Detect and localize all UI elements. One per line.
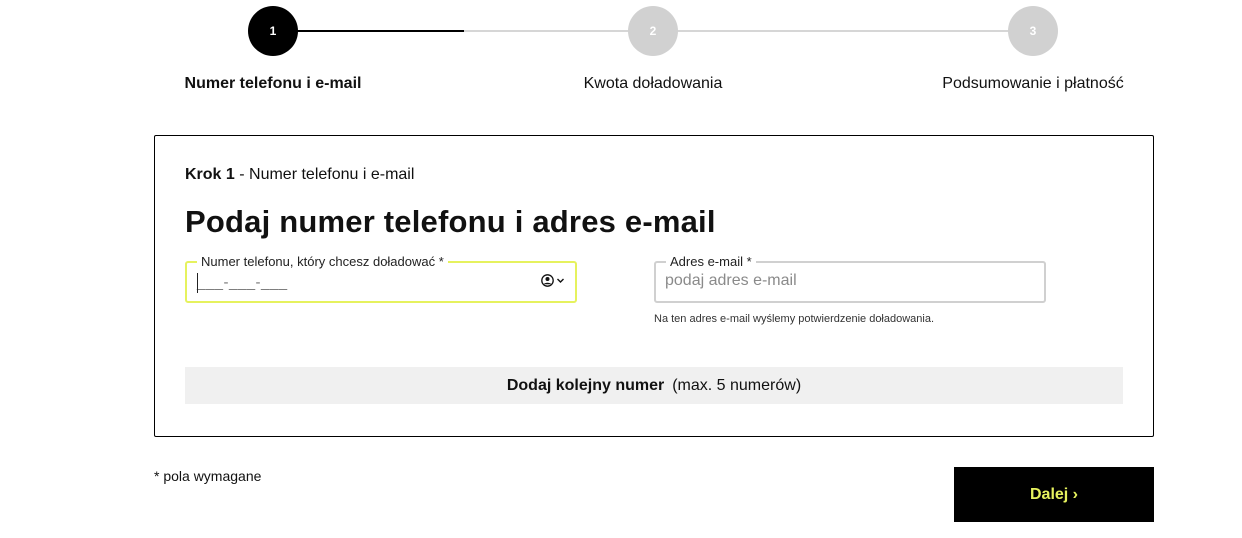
step-1-label: Numer telefonu i e-mail bbox=[184, 75, 362, 92]
step-1-circle: 1 bbox=[248, 6, 298, 56]
step-3-number: 3 bbox=[1029, 24, 1037, 38]
progress-stepper: 1 2 3 Numer telefonu i e-mail Kwota doła… bbox=[0, 0, 1242, 110]
step-2-number: 2 bbox=[649, 24, 657, 38]
email-input[interactable] bbox=[665, 272, 965, 290]
step-2-label: Kwota doładowania bbox=[583, 75, 723, 92]
text-caret bbox=[197, 273, 198, 293]
add-number-limit: (max. 5 numerów) bbox=[672, 376, 802, 394]
add-number-button[interactable]: Dodaj kolejny numer (max. 5 numerów) bbox=[185, 367, 1123, 404]
phone-field-label: Numer telefonu, który chcesz doładować * bbox=[197, 254, 448, 269]
breadcrumb-step: Krok 1 bbox=[185, 166, 235, 183]
chevron-down-icon bbox=[557, 278, 564, 283]
add-number-label: Dodaj kolejny numer bbox=[506, 376, 665, 394]
step-breadcrumb: Krok 1 - Numer telefonu i e-mail bbox=[185, 166, 414, 184]
email-field-label: Adres e-mail * bbox=[666, 254, 756, 269]
phone-input-mask[interactable]: ___-___-___ bbox=[197, 274, 288, 291]
phone-field[interactable]: Numer telefonu, który chcesz doładować *… bbox=[185, 254, 577, 303]
required-fields-note: * pola wymagane bbox=[154, 468, 262, 484]
step-1-number: 1 bbox=[269, 24, 277, 38]
email-field[interactable]: Adres e-mail * bbox=[654, 254, 1046, 303]
next-button[interactable]: Dalej › bbox=[954, 467, 1154, 522]
breadcrumb-title: - Numer telefonu i e-mail bbox=[234, 166, 415, 183]
user-circle-icon bbox=[541, 274, 554, 287]
contact-picker-button[interactable] bbox=[541, 274, 565, 287]
stepper-line-completed bbox=[273, 30, 464, 32]
step-3-circle: 3 bbox=[1008, 6, 1058, 56]
email-hint: Na ten adres e-mail wyślemy potwierdzeni… bbox=[654, 313, 935, 325]
page-title: Podaj numer telefonu i adres e-mail bbox=[185, 204, 716, 239]
stepper-line-pending bbox=[464, 30, 1034, 32]
step-2-circle: 2 bbox=[628, 6, 678, 56]
step-3-label: Podsumowanie i płatność bbox=[942, 75, 1124, 92]
form-card: Krok 1 - Numer telefonu i e-mail Podaj n… bbox=[154, 135, 1154, 437]
